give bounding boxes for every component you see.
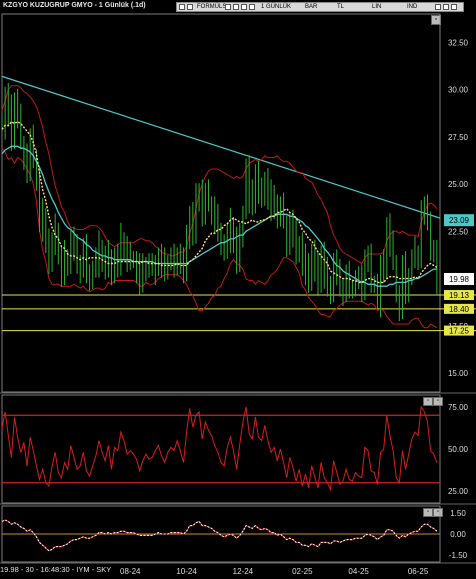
last-value-tag-label: 23.09 (449, 216, 470, 225)
bollinger-upper-line (1, 85, 438, 265)
bollinger-lower-line (1, 147, 438, 329)
last-value-tag-label: 19.98 (449, 275, 470, 284)
price-y-tick-label: 27.50 (448, 133, 469, 142)
price-y-tick-label: 25.00 (448, 180, 469, 189)
rsi-panel: 75.00 50.00 25.00 (1, 403, 469, 496)
price-y-tick-label: 30.00 (448, 86, 469, 95)
oscillator-y-tick-label: -1.50 (449, 551, 468, 560)
oscillator-signal-line (1, 519, 438, 552)
price-panel-frame (1, 13, 441, 393)
x-tick-label: 06-25 (408, 567, 429, 576)
status-bar: 19.98 - 30 - 16:48:30 - IYM - SKY (0, 565, 112, 574)
price-level-tag-label: 19.13 (449, 291, 470, 300)
rsi-y-tick-label: 50.00 (448, 445, 469, 454)
oscillator-y-tick-label: 0.00 (450, 530, 466, 539)
x-tick-label: 08-24 (120, 567, 141, 576)
price-level-tag-label: 18.40 (449, 305, 470, 314)
x-tick-label: 10-24 (176, 567, 197, 576)
oscillator-panel: 1.50 0.00 -1.50 (1, 509, 468, 560)
price-panel: 32.5030.0027.5025.0022.5020.0017.5015.00… (1, 38, 476, 378)
price-y-tick-label: 32.50 (448, 38, 469, 47)
rsi-y-tick-label: 25.00 (448, 487, 469, 496)
price-y-tick-label: 15.00 (448, 369, 469, 378)
x-tick-label: 12-24 (233, 567, 254, 576)
price-y-tick-label: 22.50 (448, 227, 469, 236)
x-tick-label: 04-25 (348, 567, 369, 576)
rsi-line (1, 405, 438, 492)
chart-canvas[interactable]: 32.5030.0027.5025.0022.5020.0017.5015.00… (0, 0, 476, 579)
rsi-panel-frame (1, 394, 441, 504)
trendline (1, 75, 441, 219)
x-tick-label: 02-25 (292, 567, 313, 576)
x-axis: 08-24 10-24 12-24 02-25 04-25 06-25 (120, 567, 429, 576)
price-level-tag-label: 17.25 (449, 327, 470, 336)
oscillator-y-tick-label: 1.50 (450, 509, 466, 518)
rsi-y-tick-label: 75.00 (448, 403, 469, 412)
